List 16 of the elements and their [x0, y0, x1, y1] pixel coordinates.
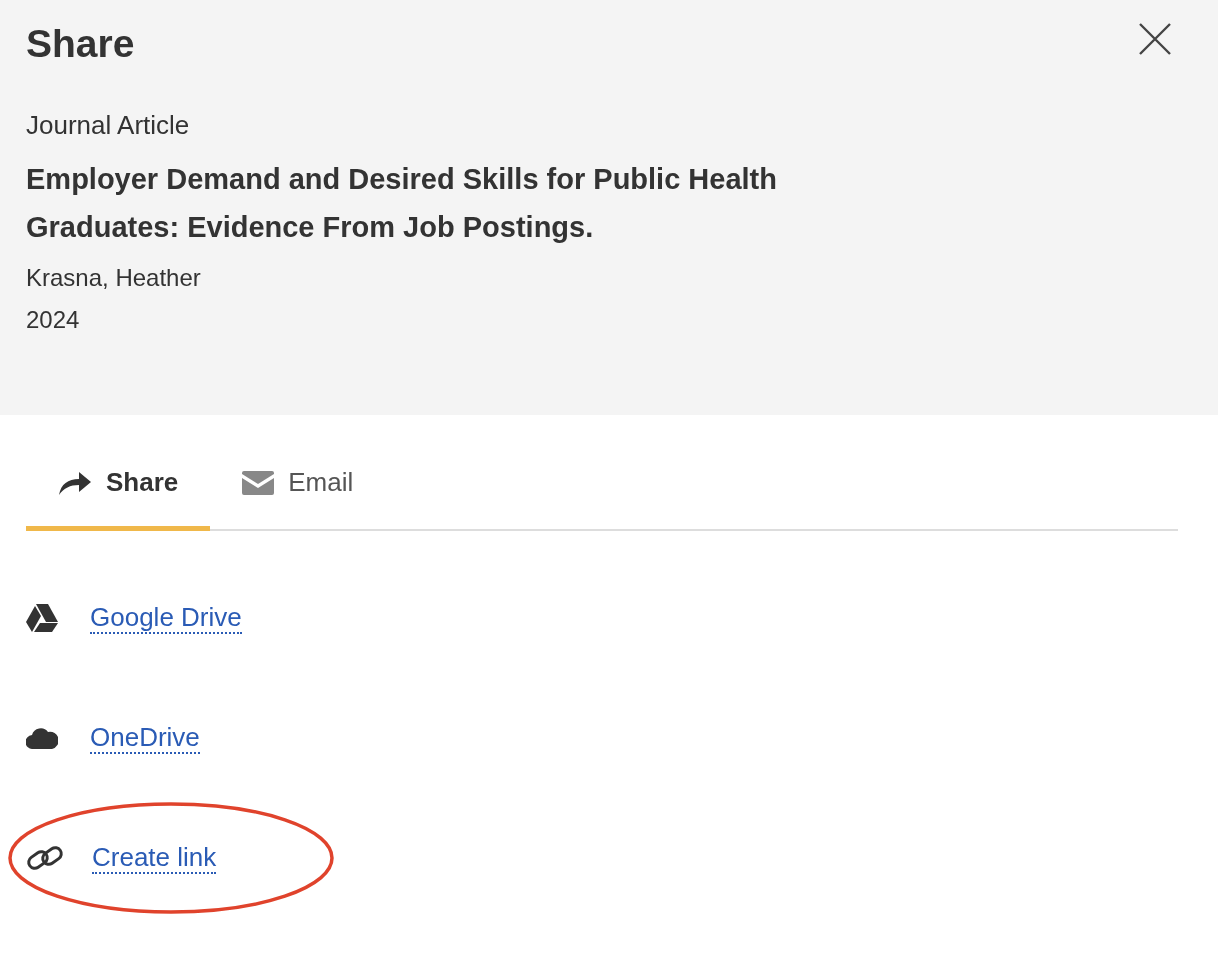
item-type: Journal Article	[26, 110, 191, 141]
cloud-icon	[26, 727, 58, 749]
envelope-icon	[242, 470, 275, 495]
tab[interactable]: Share	[26, 453, 211, 531]
share-link[interactable]: OneDrive	[90, 722, 200, 754]
dialog-title: Share	[26, 22, 135, 66]
share-link[interactable]: Create link	[92, 842, 217, 874]
close-icon	[1138, 22, 1172, 56]
tab[interactable]: Email	[210, 453, 386, 531]
item-title: Employer Demand and Desired Skills for Public Health Graduates: Evidence From Job Postings.	[26, 162, 778, 245]
share-link[interactable]: Google Drive	[90, 602, 242, 634]
item-author: Krasna, Heather	[26, 263, 202, 293]
chain-link-icon	[26, 845, 64, 871]
triangle-logo-icon	[26, 604, 58, 632]
item-year: 2024	[26, 305, 81, 335]
share-arrow-icon	[58, 469, 92, 496]
